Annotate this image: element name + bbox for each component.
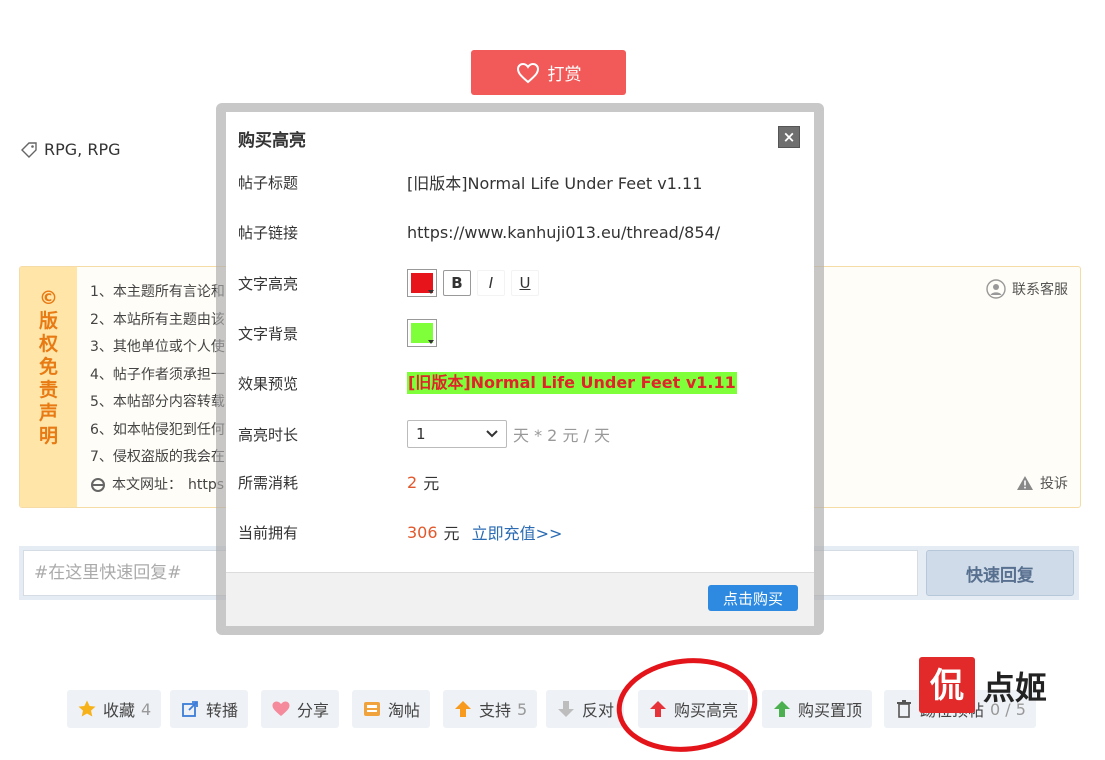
post-title-value: [旧版本]Normal Life Under Feet v1.11 [407, 174, 703, 193]
svg-text:侃: 侃 [930, 666, 964, 706]
copyright-line: 3、其他单位或个人使 [90, 339, 225, 355]
user-circle-icon [986, 279, 1006, 299]
reward-label: 打赏 [547, 65, 582, 85]
bold-toggle[interactable]: B [443, 270, 471, 296]
copyright-lines: 1、本主题所有言论和 2、本站所有主题由该 3、其他单位或个人使 4、帖子作者须… [90, 279, 225, 499]
copyright-line: 5、本帖部分内容转载 [90, 394, 225, 410]
duration-unit: 天 * 2 元 / 天 [513, 426, 611, 445]
italic-toggle[interactable]: I [477, 270, 505, 296]
copyright-line: 7、侵权盗版的我会在 [90, 449, 225, 465]
svg-text:点姬: 点姬 [983, 669, 1047, 707]
complain-link[interactable]: 投诉 [1016, 473, 1068, 493]
bg-color-picker[interactable] [407, 319, 437, 347]
underline-toggle[interactable]: U [511, 270, 539, 296]
preview-text: [旧版本]Normal Life Under Feet v1.11 [407, 372, 737, 394]
post-link-row: 帖子链接 https://www.kanhuji013.eu/thread/85… [238, 222, 721, 242]
cost-row: 所需消耗 2元 [238, 472, 440, 494]
chevron-down-icon [486, 430, 498, 438]
forward-button[interactable]: 转播 [170, 690, 249, 728]
post-link-value: https://www.kanhuji013.eu/thread/854/ [407, 222, 721, 242]
balance-row: 当前拥有 306 元 立即充值>> [238, 517, 562, 547]
tags-text[interactable]: RPG, RPG [44, 140, 121, 159]
post-tags: RPG, RPG [20, 140, 121, 159]
arrow-up-red-icon [650, 701, 666, 717]
buy-button[interactable]: 点击购买 [708, 585, 798, 611]
heart-icon [516, 62, 539, 83]
quick-reply-button[interactable]: 快速回复 [926, 550, 1074, 596]
tag-icon [21, 141, 37, 158]
ie-icon [91, 478, 105, 493]
text-color-picker[interactable] [407, 269, 437, 297]
heart-icon [272, 701, 290, 716]
favorite-count: 4 [141, 699, 152, 719]
copyright-line: 2、本站所有主题由该 [90, 311, 225, 328]
favorite-button[interactable]: 收藏 4 [67, 690, 162, 728]
text-bg-row: 文字背景 [238, 318, 437, 348]
copyright-line: 4、帖子作者须承担一 [90, 366, 225, 383]
warning-icon [1017, 476, 1033, 490]
post-url-line: 本文网址： https [90, 472, 225, 500]
reward-button[interactable]: 打赏 [471, 50, 626, 95]
arrow-down-icon [558, 701, 574, 717]
text-highlight-row: 文字高亮 B I U [238, 268, 539, 298]
balance-value: 306 [407, 522, 438, 542]
copyright-line: 6、如本帖侵犯到任何 [90, 421, 225, 438]
duration-row: 高亮时长 1 天 * 2 元 / 天 [238, 419, 610, 449]
arrow-up-green-icon [774, 701, 790, 717]
contact-service-link[interactable]: 联系客服 [986, 279, 1068, 299]
preview-row: 效果预览 [旧版本]Normal Life Under Feet v1.11 [238, 372, 737, 394]
buy-highlight-button[interactable]: 购买高亮 [638, 690, 749, 728]
dialog-footer: 点击购买 [226, 572, 814, 626]
copyright-side-title: © 版 权 免 责 声 明 [20, 267, 77, 507]
arrow-up-icon [455, 701, 471, 717]
trash-icon [897, 700, 911, 718]
watermark-logo: 侃 点姬 [919, 657, 1047, 713]
share-button[interactable]: 分享 [261, 690, 340, 728]
cost-value: 2 [407, 472, 418, 492]
support-button[interactable]: 支持 5 [443, 690, 538, 728]
post-title-row: 帖子标题 [旧版本]Normal Life Under Feet v1.11 [238, 167, 702, 197]
forward-icon [182, 701, 198, 717]
recharge-link[interactable]: 立即充值>> [472, 520, 563, 544]
support-count: 5 [517, 699, 528, 719]
duration-select[interactable]: 1 [407, 420, 507, 448]
oppose-button[interactable]: 反对 [546, 690, 625, 728]
dialog-title: 购买高亮 [238, 131, 306, 151]
close-button[interactable]: × [778, 126, 800, 148]
inbox-icon [364, 702, 380, 716]
star-icon [78, 700, 96, 717]
copyright-line: 1、本主题所有言论和 [90, 284, 225, 300]
buy-top-button[interactable]: 购买置顶 [762, 690, 873, 728]
buy-highlight-dialog: 购买高亮 × 帖子标题 [旧版本]Normal Life Under Feet … [226, 112, 814, 626]
taotie-button[interactable]: 淘帖 [352, 690, 431, 728]
